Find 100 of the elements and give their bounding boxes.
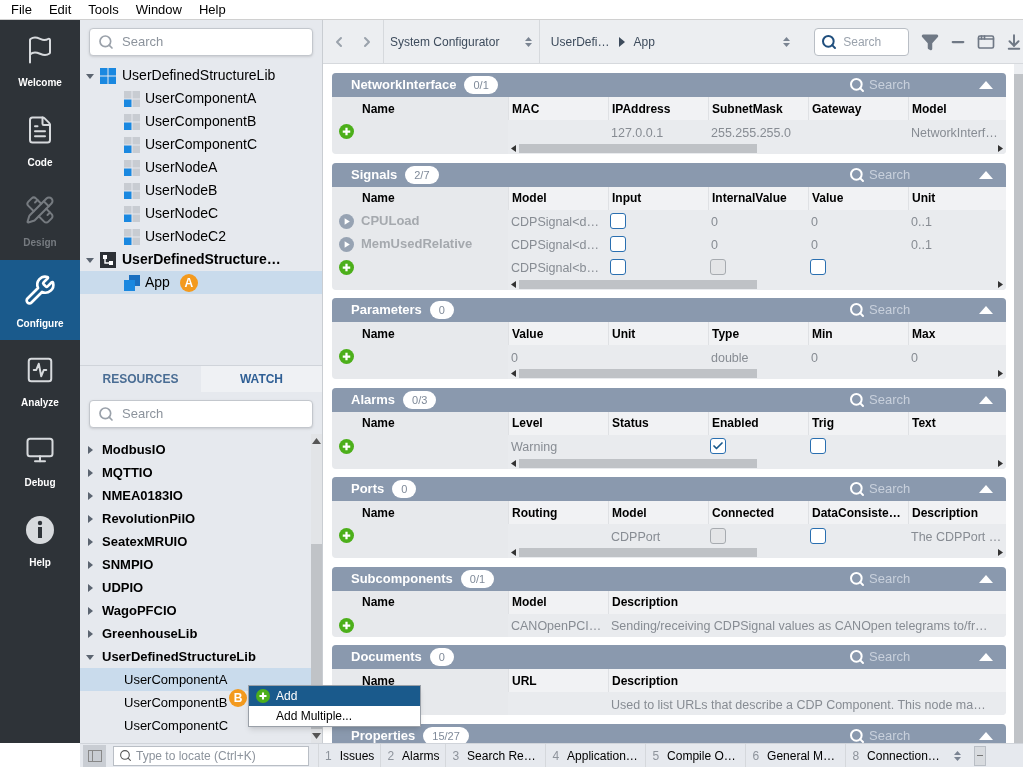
panel-header[interactable]: Documents 0 Search (332, 645, 1006, 669)
panel-header[interactable]: Subcomponents 0/1 Search (332, 566, 1006, 591)
resource-item[interactable]: UserDefinedStructureLib (80, 645, 311, 668)
collapse-icon[interactable] (979, 653, 993, 661)
collapsed-caret-icon[interactable] (86, 514, 94, 523)
panel-header[interactable]: Ports 0 Search (332, 477, 1006, 501)
panel-search-field[interactable]: Search (869, 647, 979, 667)
output-tab[interactable]: 5 Compile O… (645, 744, 746, 767)
horizontal-scrollbar[interactable] (508, 547, 1006, 558)
tree-item[interactable]: UserComponentB (80, 110, 322, 133)
horizontal-scrollbar[interactable] (508, 278, 1006, 290)
output-tab[interactable]: 4 Application… (545, 744, 646, 767)
tree-item[interactable]: UserNodeC2 (80, 225, 322, 248)
scroll-left-icon[interactable] (511, 280, 516, 288)
scroll-up-icon[interactable] (312, 438, 321, 444)
resource-item[interactable]: UDPIO (80, 576, 311, 599)
breadcrumb-link[interactable]: UserDefi… (550, 32, 610, 51)
resource-item[interactable]: SeatexMRUIO (80, 530, 311, 553)
panel-header[interactable]: Alarms 0/3 Search (332, 387, 1006, 412)
scroll-left-icon[interactable] (511, 459, 516, 467)
checkbox[interactable] (810, 527, 826, 544)
output-tab[interactable]: 1 Issues (318, 744, 381, 767)
resource-item[interactable]: MQTTIO (80, 461, 311, 484)
tree-item[interactable]: UserDefinedStructure… (80, 248, 322, 271)
checkbox[interactable] (610, 213, 626, 229)
checkbox[interactable] (810, 438, 826, 454)
menu-item[interactable]: Tools (88, 0, 119, 20)
tree-item[interactable]: UserNodeB (80, 179, 322, 202)
nav-item[interactable]: Analyze (0, 340, 80, 420)
add-icon[interactable] (256, 689, 270, 703)
expanded-caret-icon[interactable] (86, 652, 94, 661)
collapsed-caret-icon[interactable] (86, 583, 94, 592)
collapse-icon[interactable] (979, 485, 993, 493)
resource-item[interactable]: UserComponentA (80, 668, 311, 691)
panel-search-field[interactable]: Search (869, 164, 979, 185)
collapsed-caret-icon[interactable] (86, 468, 94, 477)
resource-item[interactable]: SNMPIO (80, 553, 311, 576)
menu-item[interactable]: Add Multiple... (249, 706, 420, 726)
tree-item[interactable]: App A (80, 271, 322, 294)
scroll-right-icon[interactable] (998, 145, 1003, 152)
play-icon[interactable] (339, 213, 354, 229)
collapse-icon[interactable] (979, 81, 993, 89)
nav-item[interactable]: Debug (0, 420, 80, 500)
tree-item[interactable]: UserNodeC (80, 202, 322, 225)
up-down-arrows-icon[interactable] (782, 35, 792, 48)
collapsed-caret-icon[interactable] (86, 491, 94, 500)
collapsed-caret-icon[interactable] (86, 606, 94, 615)
up-down-arrows-icon[interactable] (953, 749, 963, 762)
expanded-caret-icon[interactable] (86, 255, 94, 264)
panel-header[interactable]: Properties 15/27 Search (332, 723, 1006, 743)
scroll-down-icon[interactable] (312, 733, 321, 739)
collapse-icon[interactable] (979, 574, 993, 583)
checkbox[interactable] (610, 236, 626, 252)
scroll-right-icon[interactable] (998, 549, 1003, 556)
window-icon[interactable] (977, 32, 995, 51)
panel-search-field[interactable]: Search (869, 389, 979, 410)
nav-item[interactable]: Help (0, 500, 80, 580)
panel-search-field[interactable]: Search (869, 725, 979, 743)
scroll-handle[interactable] (974, 745, 987, 766)
nav-item[interactable]: Welcome (0, 20, 80, 100)
scroll-left-icon[interactable] (511, 549, 516, 556)
resource-item[interactable]: GreenhouseLib (80, 622, 311, 645)
output-tab[interactable]: 6 General M… (745, 744, 846, 767)
resource-item[interactable]: NMEA0183IO (80, 484, 311, 507)
play-icon[interactable] (339, 236, 354, 252)
filter-icon[interactable] (921, 32, 939, 51)
up-down-arrows-icon[interactable] (523, 35, 533, 48)
scroll-right-icon[interactable] (998, 459, 1003, 467)
panel-header[interactable]: Parameters 0 Search (332, 298, 1006, 322)
download-icon[interactable] (1005, 32, 1023, 51)
system-selector[interactable]: System Configurator (384, 20, 540, 63)
scroll-right-icon[interactable] (998, 370, 1003, 377)
tree-item[interactable]: UserComponentC (80, 133, 322, 156)
panel-search-field[interactable]: Search (869, 479, 979, 499)
menu-item[interactable]: Add (249, 686, 420, 706)
menu-item[interactable]: File (11, 0, 32, 20)
scroll-left-icon[interactable] (511, 370, 516, 377)
scroll-right-icon[interactable] (998, 280, 1003, 288)
collapse-icon[interactable] (979, 395, 993, 404)
collapsed-caret-icon[interactable] (86, 560, 94, 569)
panel-tab[interactable]: WATCH (201, 366, 322, 392)
checkbox[interactable] (610, 259, 626, 275)
resource-item[interactable]: ModbusIO (80, 438, 311, 461)
menu-item[interactable]: Window (135, 0, 182, 20)
collapsed-caret-icon[interactable] (86, 445, 94, 454)
panel-search-field[interactable]: Search (869, 300, 979, 320)
scroll-left-icon[interactable] (511, 145, 516, 152)
menu-item[interactable]: Edit (48, 0, 72, 20)
tree-item[interactable]: UserComponentA (80, 87, 322, 110)
tree-item[interactable]: UserNodeA (80, 156, 322, 179)
panel-header[interactable]: Signals 2/7 Search (332, 162, 1006, 187)
panel-header[interactable]: NetworkInterface 0/1 Search (332, 73, 1006, 97)
collapse-icon[interactable] (979, 306, 993, 314)
nav-item[interactable]: Code (0, 100, 80, 180)
tree-item[interactable]: UserDefinedStructureLib (80, 64, 322, 87)
panel-search-field[interactable]: Search (869, 75, 979, 95)
resource-item[interactable]: WagoPFCIO (80, 599, 311, 622)
checkbox[interactable] (810, 259, 826, 275)
collapsed-caret-icon[interactable] (86, 537, 94, 546)
output-tab[interactable]: 8 Connection… (845, 744, 946, 767)
